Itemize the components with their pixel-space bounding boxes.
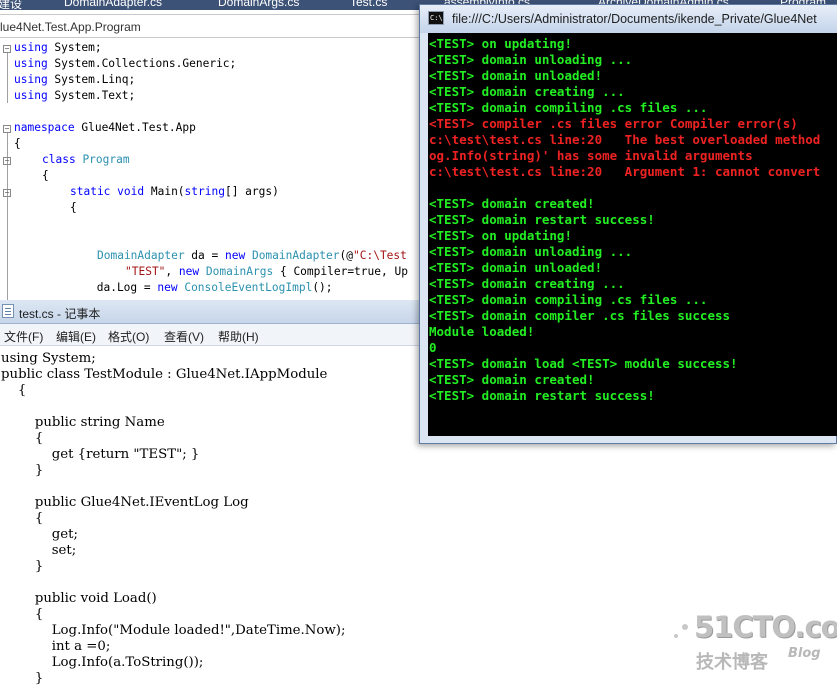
console-line: 0: [429, 340, 437, 355]
text-line: {: [1, 431, 44, 446]
console-line: c:\test\test.cs line:20 Argument 1: cann…: [429, 164, 821, 179]
console-line: <TEST> on updating!: [429, 36, 572, 51]
text-line: int a =0;: [1, 639, 111, 654]
text-line: get;: [1, 527, 78, 542]
tab-domainadapter[interactable]: DomainAdapter.cs: [64, 0, 162, 9]
collapse-icon[interactable]: −: [3, 189, 11, 197]
text-line: }: [1, 463, 44, 478]
console-line: <TEST> domain unloaded!: [429, 260, 603, 275]
code-editor[interactable]: − − − − using System; using System.Colle…: [0, 40, 430, 300]
menu-file[interactable]: 文件(F): [4, 328, 43, 345]
watermark-logo-text: 51CTO.com: [694, 610, 837, 644]
text-line: public class TestModule : Glue4Net.IAppM…: [1, 367, 328, 382]
navigation-selected-type: lue4Net.Test.App.Program: [0, 20, 141, 34]
code-line: da.Log = new ConsoleEventLogImpl();: [90, 281, 333, 294]
text-line: Log.Info("Module loaded!",DateTime.Now);: [1, 623, 346, 638]
collapse-icon[interactable]: −: [3, 157, 11, 165]
tab-start-page[interactable]: 建设: [0, 0, 22, 10]
tab-domainargs[interactable]: DomainArgs.cs: [218, 0, 299, 9]
text-line: public string Name: [1, 415, 165, 430]
watermark-blog: Blog: [788, 646, 821, 661]
console-line: <TEST> domain unloading ...: [429, 52, 633, 67]
text-line: {: [1, 383, 27, 398]
code-line: using System.Collections.Generic;: [14, 57, 237, 70]
watermark-dot: [682, 624, 688, 630]
console-line: <TEST> domain unloaded!: [429, 68, 603, 83]
console-output[interactable]: <TEST> on updating! <TEST> domain unloadi…: [428, 33, 837, 436]
code-line: class Program: [42, 153, 130, 166]
code-line: "TEST", new DomainArgs { Compiler=true, …: [125, 265, 408, 278]
console-line: <TEST> domain creating ...: [429, 276, 625, 291]
text-line: {: [1, 511, 44, 526]
console-line: <TEST> on updating!: [429, 228, 572, 243]
menu-help[interactable]: 帮助(H): [218, 328, 259, 345]
console-line: og.Info(string)' has some invalid argume…: [429, 148, 753, 163]
console-line: <TEST> domain created!: [429, 372, 595, 387]
console-line: <TEST> domain created!: [429, 196, 595, 211]
code-line: {: [42, 169, 49, 182]
console-line: <TEST> domain compiling .cs files ...: [429, 292, 708, 307]
menu-format[interactable]: 格式(O): [108, 328, 149, 345]
text-line: public void Load(): [1, 591, 157, 606]
code-line: DomainAdapter da = new DomainAdapter(@"C…: [97, 249, 407, 262]
console-line: <TEST> domain restart success!: [429, 388, 655, 403]
code-line: namespace Glue4Net.Test.App: [14, 121, 196, 134]
console-window: file:///C:/Users/Administrator/Documents…: [419, 4, 837, 444]
console-line: <TEST> domain compiler .cs files success: [429, 308, 731, 323]
console-line: <TEST> domain restart success!: [429, 212, 655, 227]
console-line: c:\test\test.cs line:20 The best overloa…: [429, 132, 821, 147]
tab-test[interactable]: Test.cs: [350, 0, 387, 9]
outline-guide: [7, 53, 8, 103]
console-line: Module loaded!: [429, 324, 535, 339]
menu-edit[interactable]: 编辑(E): [56, 328, 96, 345]
console-line: <TEST> domain unloading ...: [429, 244, 633, 259]
site-watermark: 51CTO.com 技术博客 Blog: [674, 610, 837, 674]
console-line: <TEST> domain creating ...: [429, 84, 625, 99]
console-line: <TEST> domain compiling .cs files ...: [429, 100, 708, 115]
watermark-dot: [674, 634, 678, 638]
text-line: get {return "TEST"; }: [1, 447, 200, 462]
type-navigation-dropdown[interactable]: lue4Net.Test.App.Program: [0, 14, 420, 38]
console-line: <TEST> compiler .cs files error Compiler…: [429, 116, 798, 131]
watermark-subtitle: 技术博客: [696, 652, 768, 673]
text-line: public Glue4Net.IEventLog Log: [1, 495, 249, 510]
notepad-icon: [2, 304, 14, 318]
text-line: }: [1, 559, 44, 574]
collapse-icon[interactable]: −: [3, 45, 11, 53]
text-line: {: [1, 607, 44, 622]
code-line: using System.Linq;: [14, 73, 136, 86]
console-title-bar[interactable]: file:///C:/Users/Administrator/Documents…: [420, 5, 837, 33]
collapse-icon[interactable]: −: [3, 125, 11, 133]
text-line: Log.Info(a.ToString());: [1, 655, 204, 670]
console-title: file:///C:/Users/Administrator/Documents…: [452, 12, 817, 26]
text-line: set;: [1, 543, 77, 558]
code-line: {: [70, 201, 77, 214]
text-line: }: [1, 671, 44, 686]
code-line: using System;: [14, 41, 102, 54]
code-line: static void Main(string[] args): [70, 185, 279, 198]
console-icon: [428, 11, 444, 25]
code-line: using System.Text;: [14, 89, 136, 102]
notepad-title: test.cs - 记事本: [19, 307, 101, 321]
console-line: <TEST> domain load <TEST> module success…: [429, 356, 738, 371]
menu-view[interactable]: 查看(V): [164, 328, 204, 345]
text-line: using System;: [1, 351, 96, 366]
code-line: {: [14, 137, 21, 150]
